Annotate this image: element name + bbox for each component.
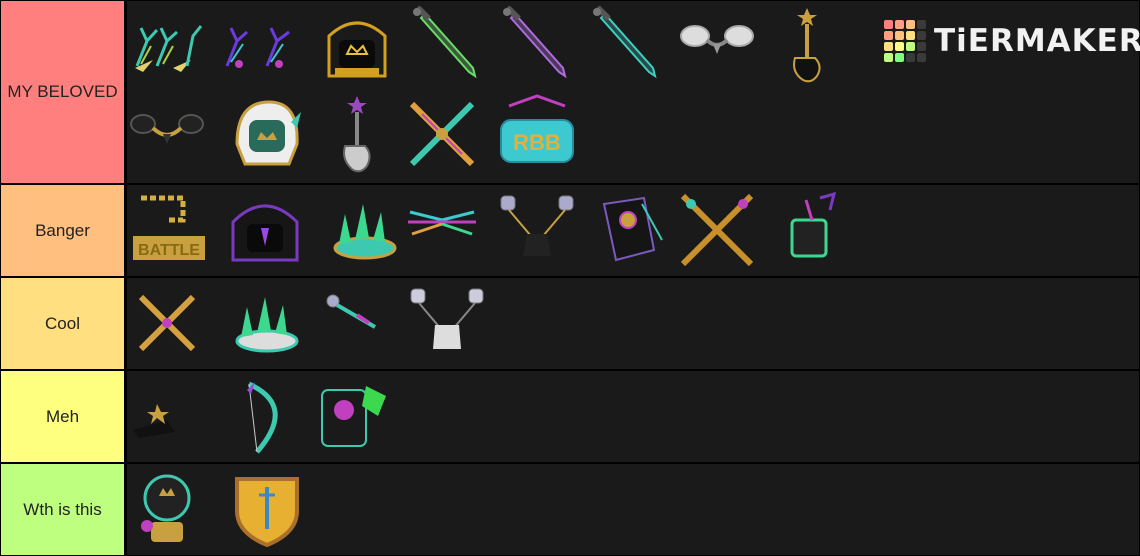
logo-grid-cell bbox=[895, 20, 904, 29]
logo-grid-cell bbox=[917, 53, 926, 62]
orb-icon[interactable] bbox=[127, 466, 207, 546]
tier-label[interactable]: Cool bbox=[1, 278, 124, 369]
logo-grid-cell bbox=[884, 53, 893, 62]
tier-label[interactable]: MY BELOVED bbox=[1, 1, 124, 183]
hood-icon[interactable] bbox=[225, 190, 305, 270]
tier-row-wth-is-this: Wth is this bbox=[0, 464, 1140, 555]
speaker-icon[interactable] bbox=[592, 190, 672, 270]
tier-row-meh: Meh bbox=[0, 371, 1140, 462]
shield-icon[interactable] bbox=[227, 469, 307, 549]
svg-text:BATTLE: BATTLE bbox=[138, 242, 200, 259]
cap-icon[interactable] bbox=[127, 376, 207, 456]
logo-text: TiERMAKER bbox=[934, 23, 1140, 59]
logo-grid-cell bbox=[895, 31, 904, 40]
tier-list-board: MY BELOVED RBB Banger BATTLE Cool Meh Wt… bbox=[0, 0, 1140, 556]
svg-text:RBB: RBB bbox=[513, 130, 561, 155]
tier-row-banger: Banger BATTLE bbox=[0, 185, 1140, 276]
logo-grid-cell bbox=[917, 42, 926, 51]
tier-items bbox=[127, 464, 1139, 555]
logo-grid-icon bbox=[884, 20, 926, 62]
headphones-icon[interactable] bbox=[677, 6, 757, 86]
tier-label[interactable]: Wth is this bbox=[1, 464, 124, 555]
tier-label[interactable]: Meh bbox=[1, 371, 124, 462]
sword-icon[interactable] bbox=[497, 6, 577, 86]
logo-grid-cell bbox=[917, 20, 926, 29]
antlers-icon[interactable] bbox=[127, 6, 207, 86]
logo-grid-cell bbox=[884, 20, 893, 29]
helmet-icon[interactable] bbox=[227, 94, 307, 174]
logo-grid-cell bbox=[884, 42, 893, 51]
logo-grid-cell bbox=[895, 42, 904, 51]
tier-row-cool: Cool bbox=[0, 278, 1140, 369]
wings-icon[interactable] bbox=[402, 190, 482, 270]
sword-icon[interactable] bbox=[587, 6, 667, 86]
tier-items: BATTLE bbox=[127, 185, 1139, 276]
logo-grid-cell bbox=[906, 53, 915, 62]
crown-hood-icon[interactable] bbox=[317, 6, 397, 86]
drink-icon[interactable] bbox=[772, 190, 852, 270]
tier-items bbox=[127, 371, 1139, 462]
logo-grid-cell bbox=[884, 31, 893, 40]
crossed-swords-icon[interactable] bbox=[402, 94, 482, 174]
logo-grid-cell bbox=[906, 20, 915, 29]
sword-icon[interactable] bbox=[407, 6, 487, 86]
tiermaker-logo: TiERMAKER bbox=[884, 18, 1140, 64]
tier-label[interactable]: Banger bbox=[1, 185, 124, 276]
microphones-icon[interactable] bbox=[407, 283, 487, 363]
logo-grid-cell bbox=[906, 42, 915, 51]
bow-icon[interactable] bbox=[227, 376, 307, 456]
logo-grid-cell bbox=[917, 31, 926, 40]
crossed-swords-icon[interactable] bbox=[677, 190, 757, 270]
antlers-icon[interactable] bbox=[217, 6, 297, 86]
headphones-icon[interactable] bbox=[127, 94, 207, 174]
battle-chain-icon[interactable]: BATTLE bbox=[127, 190, 207, 270]
mask-icon[interactable] bbox=[312, 376, 392, 456]
logo-grid-cell bbox=[895, 53, 904, 62]
tier-items bbox=[127, 278, 1139, 369]
crown-icon[interactable] bbox=[227, 283, 307, 363]
microphone-icon[interactable] bbox=[317, 283, 397, 363]
guitar-icon[interactable] bbox=[767, 6, 847, 86]
guitar-icon[interactable] bbox=[317, 94, 397, 174]
microphones-icon[interactable] bbox=[497, 190, 577, 270]
crown-icon[interactable] bbox=[325, 190, 405, 270]
crossed-swords-icon[interactable] bbox=[127, 283, 207, 363]
rbb-boombox-icon[interactable]: RBB bbox=[497, 94, 577, 174]
logo-grid-cell bbox=[906, 31, 915, 40]
